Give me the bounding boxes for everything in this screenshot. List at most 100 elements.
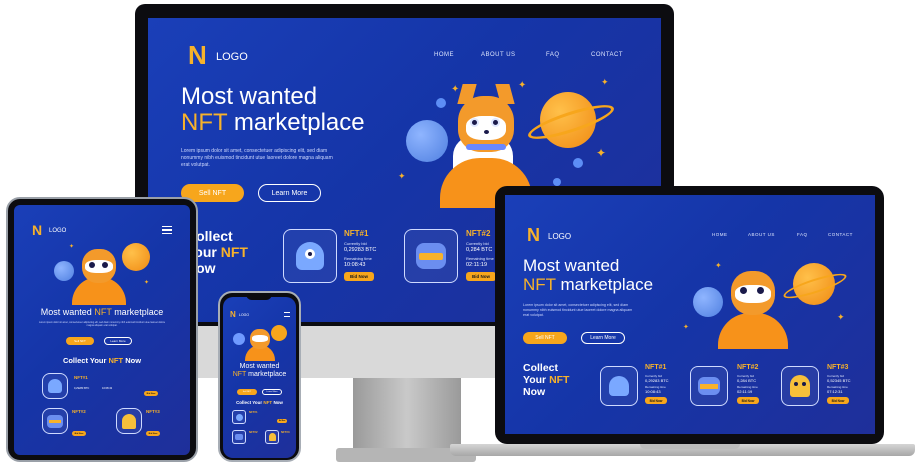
planet-icon [406, 120, 448, 162]
nav-home[interactable]: HOME [434, 52, 454, 58]
learn-more-button[interactable]: Learn More [262, 389, 282, 395]
price-value: 0,29283 BTC [645, 378, 669, 383]
nav-faq[interactable]: FAQ [546, 52, 560, 58]
nft-title: NFT#1 [645, 364, 667, 371]
blue-monster-nft-icon[interactable] [283, 229, 337, 283]
phone-site: N LOGO Most wanted NFT marketplace Sell … [223, 297, 296, 458]
planet-icon [122, 243, 150, 271]
star-icon: ✦ [683, 323, 689, 331]
horned-visor-nft-icon[interactable] [404, 229, 458, 283]
learn-more-button[interactable]: Learn More [581, 332, 625, 344]
star-icon: ✦ [601, 78, 609, 88]
hero-title-accent: NFT [181, 109, 228, 137]
nav-about[interactable]: ABOUT US [481, 52, 516, 58]
planet-icon [693, 287, 723, 317]
logo-text[interactable]: LOGO [216, 51, 248, 63]
nft-title: NFT#2 [737, 364, 759, 371]
bid-now-button[interactable]: Bid Now [277, 419, 287, 423]
sell-nft-button[interactable]: Sell NFT [523, 332, 567, 344]
star-icon: ✦ [518, 80, 527, 91]
logo-text[interactable]: LOGO [548, 232, 571, 241]
nav-home[interactable]: HOME [712, 232, 728, 237]
laptop-site: N LOGO HOME ABOUT US FAQ CONTACT Most wa… [505, 195, 875, 434]
price-value: 0,284 BTC [466, 247, 493, 253]
hero-body: Lorem ipsum dolor sit amet, consectetuer… [523, 303, 633, 317]
learn-more-button[interactable]: Learn More [104, 337, 132, 345]
hero-title-line1: Most wanted [181, 83, 318, 110]
nav-about[interactable]: ABOUT US [748, 232, 775, 237]
hero-body: Lorem ipsum dolor sit amet, consectetuer… [181, 148, 333, 168]
time-value: 02:11:19 [466, 262, 488, 268]
star-icon: ✦ [837, 313, 845, 323]
nft-title: NFT#3 [281, 430, 290, 434]
nft-title: NFT#2 [466, 229, 491, 238]
nft-title: NFT#3 [146, 409, 160, 414]
yellow-ghost-nft-icon[interactable] [265, 430, 279, 444]
blue-monster-nft-icon[interactable] [232, 410, 246, 424]
bid-now-button[interactable]: Bid Now [466, 272, 496, 281]
star-icon: ✦ [715, 261, 722, 270]
bid-now-button[interactable]: Bid Now [827, 397, 849, 404]
star-icon: ✦ [451, 84, 460, 95]
sell-nft-button[interactable]: Sell NFT [237, 389, 257, 395]
yellow-ghost-nft-icon[interactable] [781, 366, 819, 406]
bid-now-button[interactable]: Bid Now [146, 431, 160, 436]
nav-contact[interactable]: CONTACT [591, 52, 623, 58]
collect-heading: Collect Your NFT Now [62, 356, 142, 365]
logo-icon[interactable]: N [188, 40, 207, 71]
logo-text[interactable]: LOGO [239, 313, 249, 317]
hero-title-rest: marketplace [233, 109, 365, 137]
nft-title: NFT#1 [344, 229, 369, 238]
price-value: 0,52345 BTC [827, 378, 851, 383]
time-value: 02:11:19 [737, 389, 753, 394]
sell-nft-button[interactable]: Sell NFT [66, 337, 94, 345]
nft-title: NFT#3 [827, 364, 849, 371]
nav-contact[interactable]: CONTACT [828, 232, 853, 237]
price-label: Currently bid [466, 241, 489, 246]
hero-title: Most wanted NFT marketplace [181, 83, 365, 137]
time-value: 10:08:43 [102, 387, 113, 390]
time-label: Remaining time [344, 256, 372, 261]
star-icon: ✦ [596, 146, 607, 160]
planet-icon [54, 261, 74, 281]
collect-heading: Collect Your NFT Now [236, 400, 283, 405]
horned-visor-nft-icon[interactable] [690, 366, 728, 406]
hero-body: Lorem ipsum dolor sit amet, consectetuer… [38, 321, 166, 328]
nft-title: NFT#1 [249, 410, 258, 414]
logo-text[interactable]: LOGO [49, 228, 66, 234]
hamburger-menu-icon[interactable] [162, 226, 172, 234]
time-value: 07:12:31 [827, 389, 843, 394]
bid-now-button[interactable]: Bid Now [144, 391, 158, 396]
logo-icon[interactable]: N [32, 222, 42, 238]
yellow-ghost-nft-icon[interactable] [116, 408, 142, 434]
bid-now-button[interactable]: Bid Now [645, 397, 667, 404]
nft-title: NFT#2 [72, 409, 86, 414]
planet-icon [233, 333, 245, 345]
tablet-site: N LOGO ✦ ✦ Most wanted NFT marketplace L… [14, 205, 190, 455]
star-icon: ✦ [69, 243, 75, 250]
logo-icon[interactable]: N [527, 225, 540, 246]
learn-more-button[interactable]: Learn More [258, 184, 321, 202]
horned-visor-nft-icon[interactable] [42, 408, 68, 434]
time-value: 10:08:43 [344, 262, 366, 268]
logo-icon[interactable]: N [230, 310, 236, 319]
hero-title: Most wanted NFT marketplace [523, 256, 654, 294]
collect-heading: Collect Your NFT Now [523, 362, 570, 399]
blue-monster-nft-icon[interactable] [600, 366, 638, 406]
time-value: 10:08:43 [645, 389, 661, 394]
price-value: 0,29283 BTC [344, 247, 377, 253]
hero-title: Most wanted NFT marketplace [40, 307, 164, 317]
bid-now-button[interactable]: Bid Now [737, 397, 759, 404]
horned-visor-nft-icon[interactable] [232, 430, 246, 444]
planet-icon [271, 325, 287, 341]
bid-now-button[interactable]: Bid Now [72, 431, 86, 436]
bid-now-button[interactable]: Bid Now [344, 272, 374, 281]
time-label: Remaining time [466, 256, 494, 261]
hamburger-menu-icon[interactable] [284, 312, 290, 317]
nft-title: NFT#2 [249, 430, 258, 434]
nav-faq[interactable]: FAQ [797, 232, 808, 237]
hero-title: Most wanted NFT marketplace [232, 363, 287, 378]
nft-title: NFT#1 [74, 375, 88, 380]
blue-monster-nft-icon[interactable] [42, 373, 68, 399]
price-value: 0,284 BTC [737, 378, 757, 383]
